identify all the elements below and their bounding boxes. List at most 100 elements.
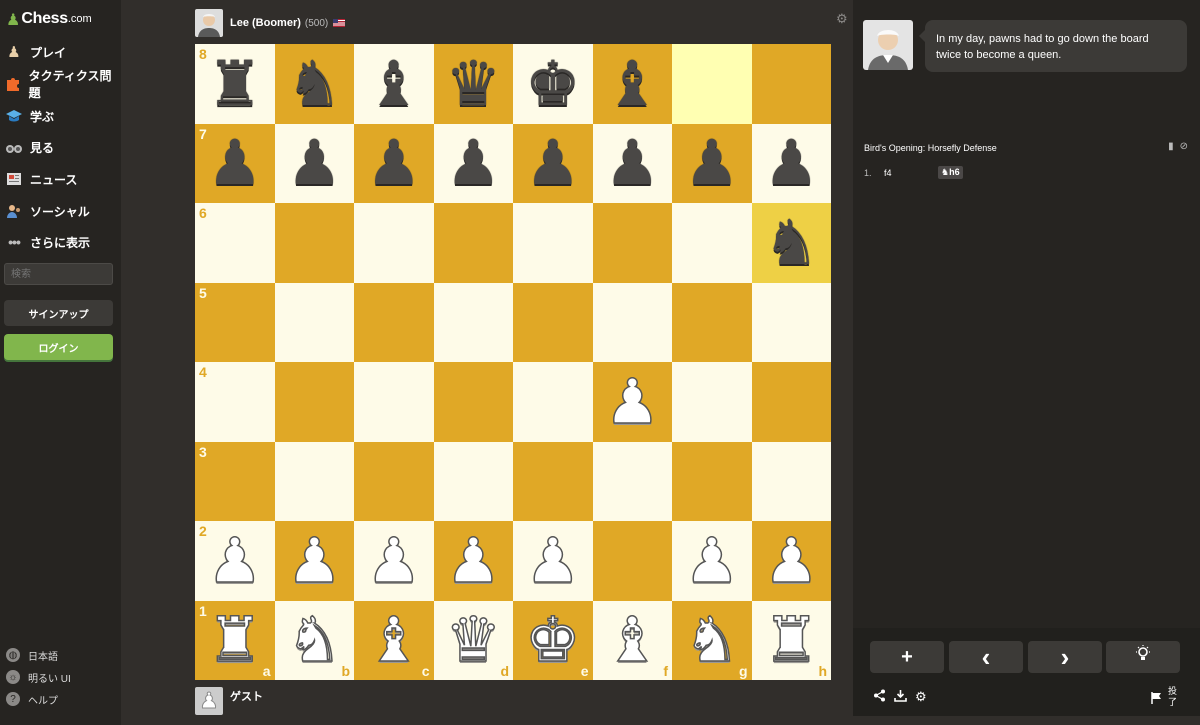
player-avatar[interactable]: ♟ <box>195 687 223 715</box>
square-f4[interactable]: ♟ <box>592 362 672 442</box>
square-h6[interactable]: ♞ <box>751 203 831 283</box>
settings-button[interactable]: ⚙ <box>915 689 927 705</box>
square-d6[interactable] <box>433 203 513 283</box>
white-pawn-icon[interactable]: ♟ <box>683 529 740 593</box>
new-game-button[interactable]: + <box>870 641 944 673</box>
square-g4[interactable] <box>672 362 752 442</box>
signup-button[interactable]: サインアップ <box>4 300 113 326</box>
white-rook-icon[interactable]: ♜ <box>206 608 263 672</box>
black-pawn-icon[interactable]: ♟ <box>366 132 422 194</box>
opponent-avatar[interactable] <box>195 9 223 37</box>
nav-item-learn[interactable]: 学ぶ <box>4 103 117 129</box>
square-h1[interactable]: h ♜ <box>751 600 831 680</box>
square-f6[interactable] <box>592 203 672 283</box>
black-bishop-icon[interactable]: ♝ <box>366 52 422 115</box>
previous-move-button[interactable]: ‹ <box>949 641 1023 673</box>
black-pawn-icon[interactable]: ♟ <box>207 132 263 194</box>
white-queen-icon[interactable]: ♛ <box>445 608 502 672</box>
square-f1[interactable]: f ♝ <box>592 600 672 680</box>
book-icon[interactable]: ▮ <box>1168 141 1174 152</box>
square-c7[interactable]: ♟ <box>354 123 434 203</box>
square-b8[interactable]: ♞ <box>274 44 354 124</box>
square-b4[interactable] <box>274 362 354 442</box>
square-h4[interactable] <box>751 362 831 442</box>
nav-item-play[interactable]: ♟ プレイ <box>4 39 117 65</box>
square-h5[interactable] <box>751 282 831 362</box>
black-knight-icon[interactable]: ♞ <box>286 52 342 115</box>
square-a5[interactable]: 5 <box>195 282 275 362</box>
black-queen-icon[interactable]: ♛ <box>445 52 501 115</box>
square-g6[interactable] <box>672 203 752 283</box>
square-a3[interactable]: 3 <box>195 441 275 521</box>
square-h3[interactable] <box>751 441 831 521</box>
black-pawn-icon[interactable]: ♟ <box>604 132 660 194</box>
square-d8[interactable]: ♛ <box>433 44 513 124</box>
square-f3[interactable] <box>592 441 672 521</box>
white-bishop-icon[interactable]: ♝ <box>604 608 661 672</box>
square-d7[interactable]: ♟ <box>433 123 513 203</box>
square-f2[interactable] <box>592 521 672 601</box>
white-king-icon[interactable]: ♚ <box>524 608 581 672</box>
square-c6[interactable] <box>354 203 434 283</box>
square-c4[interactable] <box>354 362 434 442</box>
white-pawn-icon[interactable]: ♟ <box>445 529 502 593</box>
square-e6[interactable] <box>513 203 593 283</box>
square-f5[interactable] <box>592 282 672 362</box>
move-black[interactable]: ♞h6 <box>938 166 963 179</box>
square-h8[interactable] <box>751 44 831 124</box>
black-pawn-icon[interactable]: ♟ <box>684 132 740 194</box>
white-pawn-icon[interactable]: ♟ <box>206 529 263 593</box>
square-b7[interactable]: ♟ <box>274 123 354 203</box>
download-button[interactable] <box>894 689 907 702</box>
square-b5[interactable] <box>274 282 354 362</box>
square-e8[interactable]: ♚ <box>513 44 593 124</box>
square-e5[interactable] <box>513 282 593 362</box>
resign-button[interactable]: 投了 <box>1150 686 1178 708</box>
square-c5[interactable] <box>354 282 434 362</box>
black-bishop-icon[interactable]: ♝ <box>604 52 660 115</box>
search-input[interactable] <box>4 263 113 285</box>
white-knight-icon[interactable]: ♞ <box>683 608 740 672</box>
white-pawn-icon[interactable]: ♟ <box>286 529 343 593</box>
square-d3[interactable] <box>433 441 513 521</box>
white-knight-icon[interactable]: ♞ <box>286 608 343 672</box>
square-f7[interactable]: ♟ <box>592 123 672 203</box>
square-e7[interactable]: ♟ <box>513 123 593 203</box>
square-b3[interactable] <box>274 441 354 521</box>
board-settings-gear-icon[interactable]: ⚙ <box>836 11 848 27</box>
white-pawn-icon[interactable]: ♟ <box>524 529 581 593</box>
black-king-icon[interactable]: ♚ <box>525 52 581 115</box>
square-g3[interactable] <box>672 441 752 521</box>
square-b1[interactable]: b ♞ <box>274 600 354 680</box>
login-button[interactable]: ログイン <box>4 334 113 360</box>
square-c8[interactable]: ♝ <box>354 44 434 124</box>
square-c3[interactable] <box>354 441 434 521</box>
square-g2[interactable]: ♟ <box>672 521 752 601</box>
square-a7[interactable]: 7 ♟ <box>195 123 275 203</box>
square-g8[interactable] <box>672 44 752 124</box>
chess-logo[interactable]: ♟ Chess .com <box>6 8 92 30</box>
language-selector[interactable]: ◍ 日本語 <box>6 647 58 663</box>
square-h7[interactable]: ♟ <box>751 123 831 203</box>
white-bishop-icon[interactable]: ♝ <box>365 608 422 672</box>
square-d2[interactable]: ♟ <box>433 521 513 601</box>
square-d4[interactable] <box>433 362 513 442</box>
white-rook-icon[interactable]: ♜ <box>763 608 820 672</box>
nav-item-more[interactable]: ••• さらに表示 <box>4 229 117 255</box>
black-knight-icon[interactable]: ♞ <box>763 211 819 274</box>
square-a1[interactable]: 1 a ♜ <box>195 600 275 680</box>
explorer-icon[interactable]: ⊘ <box>1180 141 1188 152</box>
white-pawn-icon[interactable]: ♟ <box>763 529 820 593</box>
chess-board[interactable]: 8 ♜ ♞ ♝ ♛ ♚ ♝ 7 ♟ ♟ ♟ ♟ ♟ ♟ ♟ ♟ 6 ♞ 5 4 ♟ 3 2 ♟ ♟ ♟ ♟ ♟ ♟ ♟ 1 a ♜ b ♞ c ♝ d ♛ e… <box>195 44 831 680</box>
square-h2[interactable]: ♟ <box>751 521 831 601</box>
square-e2[interactable]: ♟ <box>513 521 593 601</box>
hint-button[interactable] <box>1106 641 1180 673</box>
next-move-button[interactable]: › <box>1028 641 1102 673</box>
share-button[interactable] <box>873 689 886 702</box>
square-c2[interactable]: ♟ <box>354 521 434 601</box>
square-g1[interactable]: g ♞ <box>672 600 752 680</box>
square-a4[interactable]: 4 <box>195 362 275 442</box>
theme-toggle[interactable]: ☼ 明るい UI <box>6 669 71 685</box>
black-pawn-icon[interactable]: ♟ <box>286 132 342 194</box>
nav-item-social[interactable]: ソーシャル <box>4 198 117 224</box>
